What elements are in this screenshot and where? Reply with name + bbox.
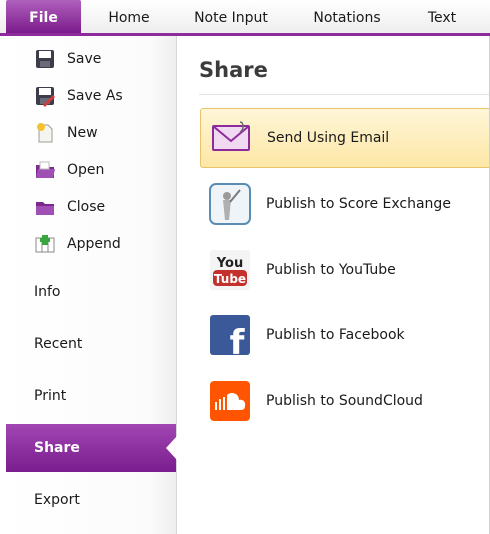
sidebar-item-label: Export — [34, 492, 80, 508]
share-item-label: Send Using Email — [267, 130, 390, 146]
email-icon — [212, 121, 250, 151]
sidebar-item-label: Print — [34, 388, 67, 404]
share-item-label: Publish to YouTube — [266, 262, 396, 278]
svg-text:Tube: Tube — [214, 272, 246, 286]
tab-note-input[interactable]: Note Input — [187, 0, 275, 33]
append-label: Append — [67, 236, 121, 252]
ribbon-tab-bar: File Home Note Input Notations Text — [0, 0, 490, 36]
sidebar-item-export[interactable]: Export — [6, 476, 176, 524]
share-soundcloud[interactable]: Publish to SoundCloud — [200, 371, 490, 431]
tab-file[interactable]: File — [6, 0, 81, 33]
share-send-email[interactable]: Send Using Email — [200, 108, 490, 168]
share-item-label: Publish to Facebook — [266, 327, 405, 343]
page-title: Share — [199, 58, 268, 82]
new-button[interactable]: New — [6, 116, 176, 150]
share-item-label: Publish to Score Exchange — [266, 196, 451, 212]
open-label: Open — [67, 162, 105, 178]
sidebar-item-share[interactable]: Share — [6, 424, 177, 472]
youtube-icon: You Tube — [210, 250, 250, 290]
save-as-label: Save As — [67, 88, 123, 104]
title-divider — [199, 94, 490, 95]
sidebar-item-print[interactable]: Print — [6, 372, 176, 420]
new-document-icon — [37, 123, 53, 143]
append-button[interactable]: Append — [6, 227, 176, 261]
share-score-exchange[interactable]: Publish to Score Exchange — [200, 174, 490, 234]
save-icon — [36, 50, 54, 68]
backstage-sidebar: Save Save As New Open Close Append Info … — [6, 36, 177, 534]
tab-notations[interactable]: Notations — [303, 0, 391, 33]
close-label: Close — [67, 199, 106, 215]
append-icon — [35, 235, 55, 253]
save-label: Save — [67, 51, 102, 67]
sidebar-item-label: Recent — [34, 336, 83, 352]
sidebar-item-label: Share — [34, 440, 80, 456]
open-folder-icon — [36, 161, 55, 178]
save-button[interactable]: Save — [6, 42, 176, 76]
score-exchange-icon — [209, 183, 251, 225]
soundcloud-icon — [210, 381, 250, 421]
new-label: New — [67, 125, 98, 141]
svg-text:f: f — [230, 323, 246, 357]
sidebar-item-info[interactable]: Info — [6, 268, 176, 316]
svg-text:You: You — [216, 256, 243, 271]
tab-home[interactable]: Home — [95, 0, 163, 33]
close-folder-icon — [36, 202, 54, 215]
share-item-label: Publish to SoundCloud — [266, 393, 423, 409]
sidebar-item-label: Info — [34, 284, 61, 300]
tab-text[interactable]: Text — [414, 0, 470, 33]
save-as-button[interactable]: Save As — [6, 79, 176, 113]
save-as-icon — [36, 87, 55, 107]
share-youtube[interactable]: You Tube Publish to YouTube — [200, 240, 490, 300]
facebook-icon: f — [210, 315, 250, 357]
sidebar-item-recent[interactable]: Recent — [6, 320, 176, 368]
share-facebook[interactable]: f Publish to Facebook — [200, 305, 490, 365]
close-button[interactable]: Close — [6, 190, 176, 224]
open-button[interactable]: Open — [6, 153, 176, 187]
